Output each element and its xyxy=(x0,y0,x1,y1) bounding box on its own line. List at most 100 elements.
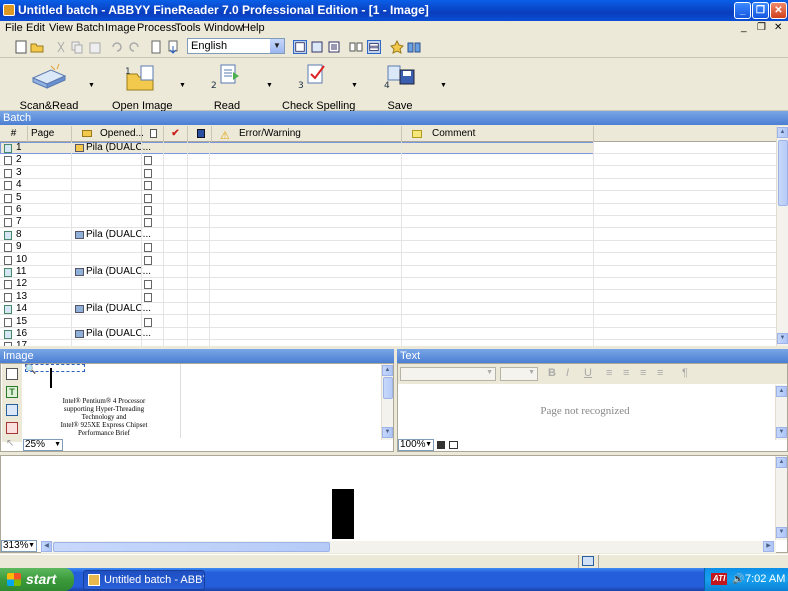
copy-icon[interactable] xyxy=(70,40,84,54)
child-restore-icon[interactable]: ❐ xyxy=(757,22,766,33)
minimize-button[interactable]: _ xyxy=(734,2,751,19)
underline-icon[interactable]: U xyxy=(584,367,592,379)
menu-view[interactable]: View xyxy=(49,22,73,35)
pointer-icon[interactable]: ↖ xyxy=(6,438,14,449)
options-icon[interactable] xyxy=(390,40,404,54)
scroll-thumb[interactable] xyxy=(383,377,393,399)
table-row[interactable]: 10 xyxy=(0,254,776,266)
chevron-down-icon[interactable]: ▼ xyxy=(486,369,493,376)
image-vertical-scrollbar[interactable]: ▲ ▼ xyxy=(381,364,393,440)
scroll-down-icon[interactable]: ▼ xyxy=(776,427,787,438)
table-row[interactable]: 16 Pila (DUALC... xyxy=(0,328,776,340)
layout-text-icon[interactable] xyxy=(327,40,341,54)
scan-read-button[interactable]: Scan&Read xyxy=(18,62,80,112)
chevron-down-icon[interactable]: ▼ xyxy=(425,440,432,450)
chevron-down-icon[interactable]: ▼ xyxy=(528,369,535,376)
scroll-down-icon[interactable]: ▼ xyxy=(777,333,788,344)
table-row[interactable]: 15 xyxy=(0,316,776,328)
table-row[interactable]: 3 xyxy=(0,167,776,179)
open-folder-icon[interactable] xyxy=(30,40,44,54)
menu-image[interactable]: Image xyxy=(105,22,136,35)
chevron-down-icon[interactable]: ▼ xyxy=(54,440,61,450)
table-area-icon[interactable] xyxy=(6,404,18,416)
col-comment[interactable]: Comment xyxy=(402,126,594,142)
col-saved[interactable] xyxy=(188,126,212,142)
view-mode-icon[interactable] xyxy=(437,441,445,449)
volume-icon[interactable]: 🔊 xyxy=(732,568,744,591)
justify-icon[interactable]: ≡ xyxy=(657,367,663,379)
chevron-down-icon[interactable]: ▼ xyxy=(28,541,35,551)
open-image-button[interactable]: 1 Open Image xyxy=(112,62,173,112)
col-opened[interactable]: Opened... xyxy=(72,126,144,142)
scroll-up-icon[interactable]: ▲ xyxy=(777,127,788,138)
zoom-pane-zoom-select[interactable]: 313% ▼ xyxy=(1,540,37,552)
picture-area-icon[interactable] xyxy=(6,422,18,434)
menu-file[interactable]: File xyxy=(5,22,23,35)
grid-view-icon[interactable] xyxy=(367,40,381,54)
image-zoom-select[interactable]: 25% ▼ xyxy=(23,439,63,451)
zoom-horizontal-scrollbar[interactable]: ◀ ▶ xyxy=(41,541,776,553)
read-button[interactable]: 2 Read xyxy=(200,62,254,112)
ati-tray-icon[interactable]: ATI xyxy=(711,573,728,585)
font-size-select[interactable]: ▼ xyxy=(500,367,538,381)
paragraph-icon[interactable]: ¶ xyxy=(682,367,688,379)
read-dropdown-icon[interactable]: ▼ xyxy=(266,82,273,89)
table-row[interactable]: 9 xyxy=(0,241,776,254)
align-right-icon[interactable]: ≡ xyxy=(640,367,646,379)
help-book-icon[interactable] xyxy=(407,40,421,54)
redo-icon[interactable] xyxy=(127,40,141,54)
menu-batch[interactable]: Batch xyxy=(76,22,104,35)
clock[interactable]: 7:02 AM xyxy=(745,568,785,591)
menu-process[interactable]: Process xyxy=(137,22,177,35)
paste-icon[interactable] xyxy=(88,40,102,54)
batch-vertical-scrollbar[interactable]: ▲ ▼ xyxy=(776,126,788,346)
menu-help[interactable]: Help xyxy=(242,22,265,35)
col-document[interactable] xyxy=(142,126,164,142)
save-button[interactable]: 4 Save xyxy=(374,62,426,112)
scroll-down-icon[interactable]: ▼ xyxy=(382,427,393,438)
layout-one-icon[interactable] xyxy=(293,40,307,54)
scroll-thumb[interactable] xyxy=(53,542,330,552)
table-row[interactable]: 2 xyxy=(0,154,776,167)
table-row[interactable]: 12 xyxy=(0,278,776,291)
new-icon[interactable] xyxy=(14,40,28,54)
bold-icon[interactable]: B xyxy=(548,367,556,379)
menu-window[interactable]: Window xyxy=(204,22,243,35)
italic-icon[interactable]: I xyxy=(566,367,569,379)
col-number[interactable]: # xyxy=(0,126,28,142)
table-row[interactable]: 11 Pila (DUALC... xyxy=(0,266,776,278)
undo-icon[interactable] xyxy=(110,40,124,54)
text-zoom-select[interactable]: 100% ▼ xyxy=(398,439,434,451)
col-page-name[interactable]: Page n... xyxy=(28,126,72,155)
scroll-right-icon[interactable]: ▶ xyxy=(763,541,774,552)
menu-tools[interactable]: Tools xyxy=(175,22,201,35)
child-minimize-icon[interactable]: _ xyxy=(741,22,747,33)
scroll-thumb[interactable] xyxy=(778,140,788,206)
check-spelling-dropdown-icon[interactable]: ▼ xyxy=(351,82,358,89)
child-close-icon[interactable]: ✕ xyxy=(774,22,782,33)
page-view-icon[interactable] xyxy=(449,441,458,449)
import-icon[interactable] xyxy=(166,40,180,54)
scan-read-dropdown-icon[interactable]: ▼ xyxy=(88,82,95,89)
align-left-icon[interactable]: ≡ xyxy=(606,367,612,379)
table-row[interactable]: 13 xyxy=(0,291,776,303)
start-button[interactable]: start xyxy=(0,568,74,591)
scroll-up-icon[interactable]: ▲ xyxy=(382,365,393,376)
scroll-up-icon[interactable]: ▲ xyxy=(776,457,787,468)
scroll-down-icon[interactable]: ▼ xyxy=(776,527,787,538)
language-select[interactable]: English ▼ xyxy=(187,38,285,54)
text-vertical-scrollbar[interactable]: ▲ ▼ xyxy=(775,385,787,440)
page-icon[interactable] xyxy=(149,40,163,54)
col-error-warning[interactable]: ⚠ Error/Warning xyxy=(212,126,402,142)
font-select[interactable]: ▼ xyxy=(400,367,496,381)
scroll-up-icon[interactable]: ▲ xyxy=(776,386,787,397)
table-row[interactable]: 6 xyxy=(0,204,776,216)
batch-grid[interactable]: 1 Pila (DUALC... 2 3 4 5 6 7 8 Pila (DUALC... 9 10 1… xyxy=(0,142,776,346)
text-area-icon[interactable]: T xyxy=(6,386,18,398)
align-center-icon[interactable]: ≡ xyxy=(623,367,629,379)
layout-image-icon[interactable] xyxy=(310,40,324,54)
table-row[interactable]: 17 xyxy=(0,340,776,346)
zoom-vertical-scrollbar[interactable]: ▲ ▼ xyxy=(775,456,787,540)
image-thumbnail[interactable]: 🔍 Intel® Pentium® 4 Processor supporting… xyxy=(25,364,181,438)
table-row[interactable]: 1 Pila (DUALC... xyxy=(0,142,776,154)
